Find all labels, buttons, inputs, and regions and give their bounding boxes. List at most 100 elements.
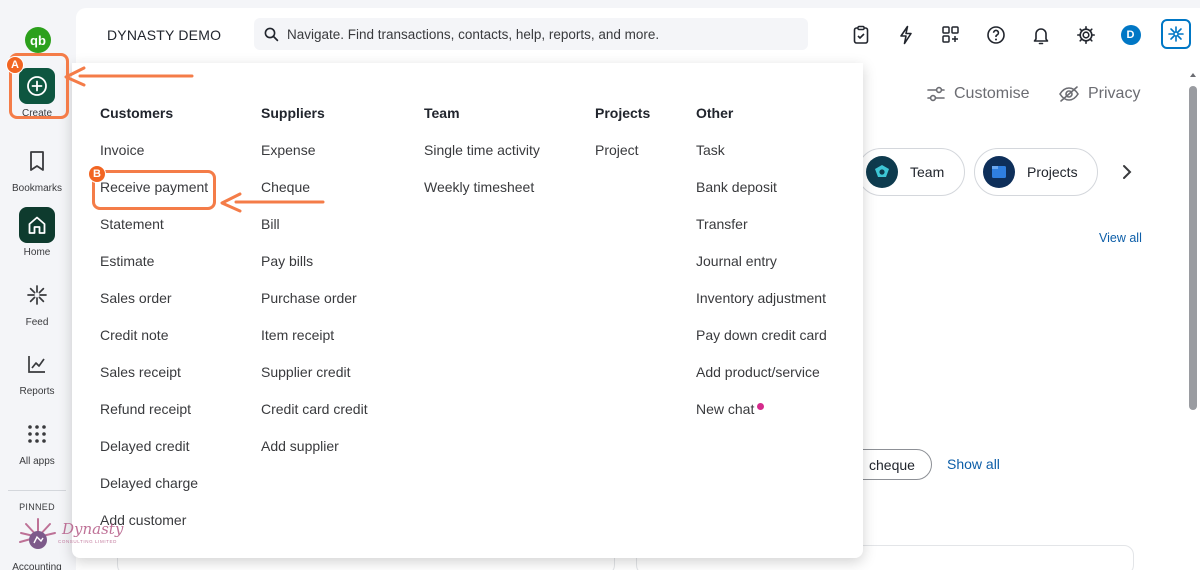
company-name[interactable]: DYNASTY DEMO: [107, 27, 221, 43]
help-button[interactable]: [973, 22, 1018, 48]
search-placeholder: Navigate. Find transactions, contacts, h…: [287, 26, 660, 42]
menu-column-suppliers: Suppliers Expense Cheque Bill Pay bills …: [261, 105, 368, 475]
menu-item-add-product-service[interactable]: Add product/service: [696, 364, 827, 401]
top-header: DYNASTY DEMO Navigate. Find transactions…: [76, 8, 1200, 62]
shortcut-projects[interactable]: Projects: [974, 148, 1098, 196]
profile-button[interactable]: D: [1108, 22, 1153, 48]
header-icon-bar: D: [838, 19, 1198, 49]
menu-item-credit-note[interactable]: Credit note: [100, 327, 208, 364]
privacy-label: Privacy: [1088, 85, 1141, 102]
notifications-button[interactable]: [1018, 22, 1063, 48]
sidebar-item-feed[interactable]: Feed: [0, 277, 74, 328]
menu-item-journal-entry[interactable]: Journal entry: [696, 253, 827, 290]
menu-item-transfer[interactable]: Transfer: [696, 216, 827, 253]
sidebar-item-label: Home: [23, 247, 51, 258]
show-all-link[interactable]: Show all: [947, 456, 1000, 472]
menu-item-item-receipt[interactable]: Item receipt: [261, 327, 368, 364]
pinned-heading: PINNED: [19, 502, 55, 512]
sidebar-item-accounting[interactable]: Accounting: [0, 562, 74, 570]
menu-item-add-supplier[interactable]: Add supplier: [261, 438, 368, 475]
sidebar-item-label: Feed: [25, 317, 49, 328]
apps-switch-button[interactable]: [928, 22, 973, 48]
menu-item-pay-down-credit-card[interactable]: Pay down credit card: [696, 327, 827, 364]
sidebar-item-label: All apps: [19, 456, 55, 467]
sidebar-item-label: Bookmarks: [11, 183, 62, 194]
menu-item-statement[interactable]: Statement: [100, 216, 208, 253]
highlight-box-b: [92, 170, 216, 210]
carousel-next-button[interactable]: [1115, 160, 1139, 184]
menu-item-project[interactable]: Project: [595, 142, 650, 179]
menu-item-label: New chat: [696, 401, 755, 417]
sidebar-item-all-apps[interactable]: All apps: [0, 416, 74, 467]
cheque-chip-label: cheque: [869, 456, 915, 473]
clipboard-icon: [853, 25, 868, 44]
assistant-icon: [1167, 26, 1184, 42]
menu-column-team: Team Single time activity Weekly timeshe…: [424, 105, 540, 216]
search-icon: [264, 27, 279, 41]
settings-button[interactable]: [1063, 22, 1108, 48]
menu-item-expense[interactable]: Expense: [261, 142, 368, 179]
pill-label: Projects: [1027, 164, 1078, 180]
sidebar-item-label: Reports: [19, 386, 55, 397]
assistant-button[interactable]: [1153, 19, 1198, 49]
privacy-button[interactable]: Privacy: [1058, 85, 1140, 103]
help-icon: [986, 26, 1005, 44]
watermark-subtext: CONSULTING LIMITED: [58, 539, 117, 544]
menu-item-purchase-order[interactable]: Purchase order: [261, 290, 368, 327]
feed-icon: [27, 285, 47, 305]
step-badge-b: B: [88, 165, 106, 183]
shortcut-team[interactable]: Team: [857, 148, 965, 196]
menu-heading: Other: [696, 105, 734, 121]
customise-button[interactable]: Customise: [926, 85, 1030, 103]
menu-item-new-chat[interactable]: New chat: [696, 401, 827, 438]
sidebar-item-home[interactable]: Home: [0, 207, 74, 258]
scroll-up-arrow[interactable]: [1188, 70, 1198, 80]
eye-off-icon: [1059, 86, 1079, 102]
search-input[interactable]: Navigate. Find transactions, contacts, h…: [254, 18, 808, 50]
menu-item-task[interactable]: Task: [696, 142, 827, 179]
menu-heading: Team: [424, 105, 460, 121]
menu-item-inventory-adjustment[interactable]: Inventory adjustment: [696, 290, 827, 327]
step-badge-a: A: [6, 56, 24, 74]
apps-switch-icon: [941, 26, 959, 43]
menu-item-credit-card-credit[interactable]: Credit card credit: [261, 401, 368, 438]
view-all-link[interactable]: View all: [1099, 231, 1142, 245]
watermark-text: Dynasty: [62, 520, 124, 538]
menu-item-pay-bills[interactable]: Pay bills: [261, 253, 368, 290]
menu-item-single-time-activity[interactable]: Single time activity: [424, 142, 540, 179]
menu-item-delayed-charge[interactable]: Delayed charge: [100, 475, 208, 512]
clipboard-button[interactable]: [838, 22, 883, 48]
menu-column-other: Other Task Bank deposit Transfer Journal…: [696, 105, 827, 438]
menu-heading: Customers: [100, 105, 174, 121]
menu-heading: Projects: [595, 105, 651, 121]
menu-item-refund-receipt[interactable]: Refund receipt: [100, 401, 208, 438]
bolt-icon: [899, 25, 912, 45]
bell-icon: [1033, 28, 1048, 45]
sliders-icon: [927, 86, 945, 102]
menu-item-supplier-credit[interactable]: Supplier credit: [261, 364, 368, 401]
grid-icon: [28, 425, 46, 443]
avatar: D: [1120, 25, 1141, 45]
quickbooks-logo[interactable]: qb: [25, 27, 51, 53]
projects-icon: [992, 166, 1006, 178]
menu-item-weekly-timesheet[interactable]: Weekly timesheet: [424, 179, 540, 216]
arrow-a-icon: [64, 66, 194, 87]
menu-heading: Suppliers: [261, 105, 325, 121]
scrollbar-thumb[interactable]: [1189, 86, 1197, 410]
create-menu: Customers Invoice Receive payment Statem…: [72, 63, 863, 558]
sidebar-item-bookmarks[interactable]: Bookmarks: [0, 143, 74, 194]
menu-item-sales-receipt[interactable]: Sales receipt: [100, 364, 208, 401]
pill-label: Team: [910, 164, 945, 180]
logo-text: qb: [30, 32, 46, 48]
menu-item-estimate[interactable]: Estimate: [100, 253, 208, 290]
menu-item-sales-order[interactable]: Sales order: [100, 290, 208, 327]
home-icon: [28, 216, 46, 234]
menu-column-projects: Projects Project: [595, 105, 650, 179]
menu-item-bill[interactable]: Bill: [261, 216, 368, 253]
chevron-right-icon: [1123, 165, 1132, 179]
bolt-button[interactable]: [883, 22, 928, 48]
sidebar-item-reports[interactable]: Reports: [0, 346, 74, 397]
menu-item-bank-deposit[interactable]: Bank deposit: [696, 179, 827, 216]
rail-divider: [8, 490, 66, 491]
menu-item-delayed-credit[interactable]: Delayed credit: [100, 438, 208, 475]
